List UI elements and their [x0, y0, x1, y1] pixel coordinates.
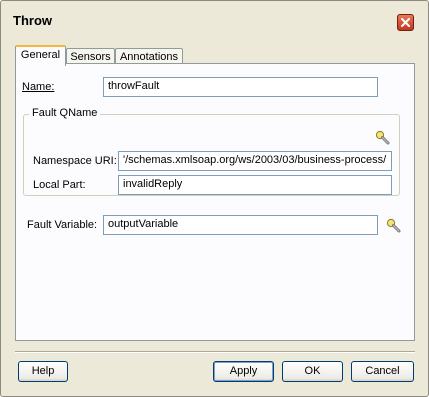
close-button[interactable]	[397, 14, 414, 31]
fault-variable-browse-icon[interactable]	[386, 218, 402, 234]
close-icon	[401, 18, 410, 27]
help-button[interactable]: Help	[18, 361, 68, 382]
apply-button-label: Apply	[229, 365, 258, 377]
ok-button-label: OK	[304, 365, 321, 377]
fault-qname-group-title: Fault QName	[29, 107, 101, 119]
tab-general[interactable]: General	[15, 45, 66, 66]
tab-general-label: General	[20, 49, 61, 61]
button-separator	[15, 351, 415, 353]
cancel-button-label: Cancel	[365, 365, 400, 377]
tab-sensors-label: Sensors	[70, 51, 111, 63]
apply-button[interactable]: Apply	[213, 361, 274, 382]
namespace-uri-field[interactable]: '/schemas.xmlsoap.org/ws/2003/03/busines…	[118, 151, 392, 171]
ok-button[interactable]: OK	[282, 361, 343, 382]
dialog-title: Throw	[13, 13, 52, 28]
local-part-label: Local Part:	[33, 179, 86, 191]
fault-variable-field[interactable]: outputVariable	[103, 215, 378, 235]
fault-variable-label: Fault Variable:	[27, 219, 98, 231]
general-tab-panel	[15, 63, 415, 341]
cancel-button[interactable]: Cancel	[351, 361, 414, 382]
namespace-browse-icon[interactable]	[375, 130, 391, 146]
tab-annotations-label: Annotations	[119, 51, 179, 63]
throw-dialog: Throw General Sensors Annotations Name: …	[0, 0, 429, 397]
namespace-uri-label: Namespace URI:	[33, 155, 117, 167]
local-part-field[interactable]: invalidReply	[118, 175, 392, 195]
name-label-text: Name:	[22, 81, 55, 93]
name-field[interactable]: throwFault	[103, 77, 378, 97]
help-button-label: Help	[31, 365, 55, 377]
name-label: Name:	[22, 81, 54, 93]
